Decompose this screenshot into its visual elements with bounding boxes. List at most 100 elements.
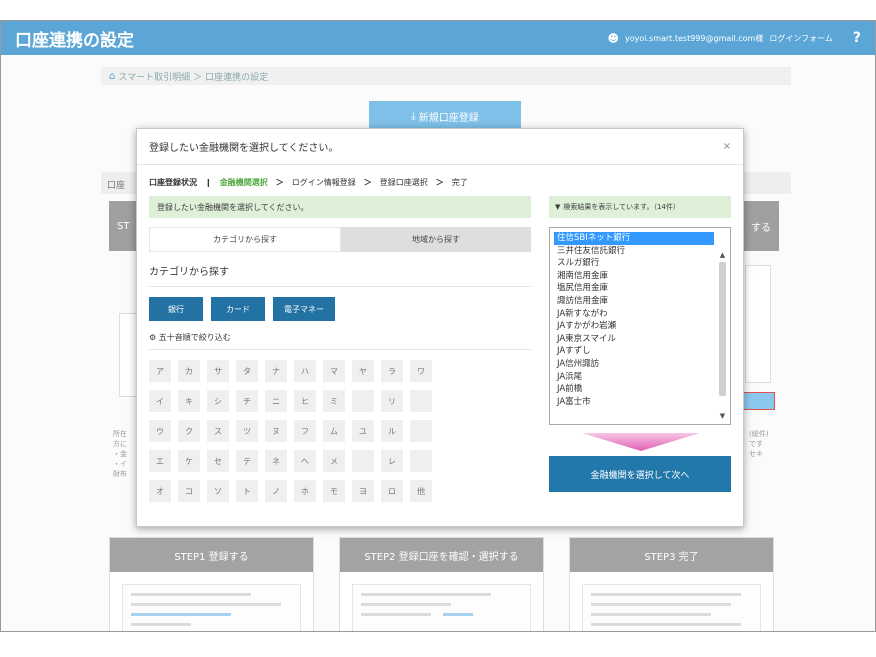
- breadcrumb-current: 口座連携の設定: [205, 72, 269, 83]
- institution-option[interactable]: 三井住友信託銀行: [554, 245, 714, 258]
- progress-label: 口座登録状況: [149, 178, 197, 187]
- category-card-button[interactable]: カード: [211, 297, 265, 321]
- kana-key[interactable]: オ: [149, 480, 171, 502]
- scroll-up-icon[interactable]: ▲: [718, 250, 727, 259]
- new-account-register-button[interactable]: ⤓ 新規口座登録: [369, 101, 521, 131]
- kana-key[interactable]: ア: [149, 360, 171, 382]
- top-bar: 口座連携の設定 ☻ yoyoi.smart.test999@gmail.com様…: [1, 21, 875, 55]
- kana-key[interactable]: ミ: [323, 390, 345, 412]
- institution-option[interactable]: JA前橋: [554, 383, 714, 396]
- select-institution-next-button[interactable]: 金融機関を選択して次へ: [549, 456, 731, 492]
- kana-key[interactable]: モ: [323, 480, 345, 502]
- help-icon[interactable]: ?: [853, 30, 861, 46]
- progress-separator: ❙: [205, 178, 212, 187]
- progress-step-bank-select: 金融機関選択: [219, 178, 268, 187]
- kana-key[interactable]: フ: [294, 420, 316, 442]
- kana-key[interactable]: ホ: [294, 480, 316, 502]
- kana-key[interactable]: ル: [381, 420, 403, 442]
- institution-option[interactable]: 諏訪信用金庫: [554, 295, 714, 308]
- kana-key[interactable]: ウ: [149, 420, 171, 442]
- kana-key[interactable]: シ: [207, 390, 229, 412]
- step-card-title: STEP3 完了: [570, 538, 773, 572]
- kana-key[interactable]: ニ: [265, 390, 287, 412]
- progress-step-complete: 完了: [451, 178, 468, 187]
- user-email[interactable]: yoyoi.smart.test999@gmail.com様: [625, 33, 763, 44]
- kana-key[interactable]: ク: [178, 420, 200, 442]
- close-icon[interactable]: ×: [723, 141, 731, 152]
- institution-listbox[interactable]: 住信SBIネット銀行 三井住友信託銀行 スルガ銀行 湘南信用金庫 塩尻信用金庫 諏訪信用金…: [549, 227, 731, 425]
- institution-option[interactable]: JA東京スマイル: [554, 333, 714, 346]
- kana-key[interactable]: ネ: [265, 450, 287, 472]
- kana-key[interactable]: ユ: [352, 420, 374, 442]
- institution-option[interactable]: JAすずし: [554, 345, 714, 358]
- kana-key[interactable]: リ: [381, 390, 403, 412]
- kana-key[interactable]: ツ: [236, 420, 258, 442]
- kana-key[interactable]: ヒ: [294, 390, 316, 412]
- kana-key[interactable]: ヨ: [352, 480, 374, 502]
- download-icon: ⤓: [411, 110, 416, 122]
- kana-key[interactable]: キ: [178, 390, 200, 412]
- breadcrumb-home[interactable]: スマート取引明細: [118, 70, 190, 83]
- institution-option[interactable]: JA富士市: [554, 396, 714, 409]
- breadcrumb-separator: ＞: [193, 72, 203, 83]
- kana-key[interactable]: ノ: [265, 480, 287, 502]
- kana-key[interactable]: サ: [207, 360, 229, 382]
- scroll-thumb[interactable]: [719, 262, 726, 396]
- bg-right-notes: (総件) です セキ: [749, 430, 769, 458]
- institution-list: 住信SBIネット銀行 三井住友信託銀行 スルガ銀行 湘南信用金庫 塩尻信用金庫 諏訪信用金…: [554, 232, 714, 408]
- kana-key[interactable]: ト: [236, 480, 258, 502]
- institution-option[interactable]: JA新すながわ: [554, 308, 714, 321]
- kana-key[interactable]: カ: [178, 360, 200, 382]
- tab-region[interactable]: 地域から探す: [341, 227, 531, 252]
- kana-filter-label: 五十音順で絞り込む: [158, 333, 231, 342]
- filter-icon: ⚙: [149, 333, 157, 342]
- institution-option[interactable]: 湘南信用金庫: [554, 270, 714, 283]
- kana-key[interactable]: [410, 450, 432, 472]
- kana-key[interactable]: [352, 450, 374, 472]
- kana-key[interactable]: ヘ: [294, 450, 316, 472]
- kana-key[interactable]: ケ: [178, 450, 200, 472]
- kana-key[interactable]: エ: [149, 450, 171, 472]
- kana-key[interactable]: [352, 390, 374, 412]
- institution-option[interactable]: 塩尻信用金庫: [554, 282, 714, 295]
- breadcrumb: ⌂ スマート取引明細 ＞ 口座連携の設定: [101, 67, 791, 85]
- institution-option[interactable]: 住信SBIネット銀行: [554, 232, 714, 245]
- kana-filter-heading: ⚙ 五十音順で絞り込む: [149, 332, 531, 350]
- logout-link[interactable]: ログインフォーム: [769, 33, 833, 44]
- category-emoney-button[interactable]: 電子マネー: [273, 297, 335, 321]
- kana-key[interactable]: タ: [236, 360, 258, 382]
- kana-key[interactable]: レ: [381, 450, 403, 472]
- tab-category[interactable]: カテゴリから探す: [149, 227, 341, 252]
- category-bank-button[interactable]: 銀行: [149, 297, 203, 321]
- kana-key[interactable]: ヌ: [265, 420, 287, 442]
- kana-key[interactable]: 他: [410, 480, 432, 502]
- institution-option[interactable]: JA信州諏訪: [554, 358, 714, 371]
- kana-key[interactable]: [410, 420, 432, 442]
- kana-key[interactable]: [410, 390, 432, 412]
- kana-key[interactable]: ハ: [294, 360, 316, 382]
- listbox-scrollbar[interactable]: ▲ ▼: [718, 232, 727, 420]
- kana-key[interactable]: マ: [323, 360, 345, 382]
- kana-key[interactable]: コ: [178, 480, 200, 502]
- user-area: ☻ yoyoi.smart.test999@gmail.com様 ログインフォー…: [608, 30, 861, 46]
- kana-key[interactable]: ス: [207, 420, 229, 442]
- kana-key[interactable]: セ: [207, 450, 229, 472]
- scroll-down-icon[interactable]: ▼: [718, 411, 727, 420]
- kana-key[interactable]: ラ: [381, 360, 403, 382]
- institution-option[interactable]: JA浜尾: [554, 371, 714, 384]
- kana-key[interactable]: イ: [149, 390, 171, 412]
- institution-option[interactable]: スルガ銀行: [554, 257, 714, 270]
- kana-key[interactable]: メ: [323, 450, 345, 472]
- kana-key[interactable]: チ: [236, 390, 258, 412]
- category-heading: カテゴリから探す: [149, 263, 531, 287]
- search-result-text: 検索結果を表示しています。（14件）: [563, 203, 680, 211]
- kana-key[interactable]: ロ: [381, 480, 403, 502]
- kana-key[interactable]: ナ: [265, 360, 287, 382]
- kana-key[interactable]: ム: [323, 420, 345, 442]
- kana-key[interactable]: ワ: [410, 360, 432, 382]
- kana-key[interactable]: テ: [236, 450, 258, 472]
- institution-option[interactable]: JAすかがわ岩瀬: [554, 320, 714, 333]
- step-card-preview: [122, 584, 301, 631]
- kana-key[interactable]: ヤ: [352, 360, 374, 382]
- kana-key[interactable]: ソ: [207, 480, 229, 502]
